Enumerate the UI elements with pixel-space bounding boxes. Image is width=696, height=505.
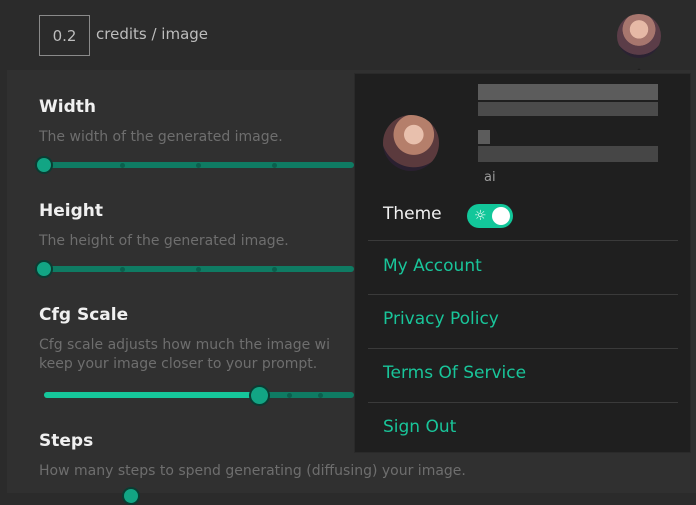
redacted-name-block [478, 102, 658, 116]
width-slider[interactable] [44, 162, 354, 168]
cfg-scale-slider-thumb[interactable] [249, 385, 270, 406]
privacy-policy-link[interactable]: Privacy Policy [383, 309, 499, 329]
height-setting: Height The height of the generated image… [39, 201, 289, 249]
credit-label: credits / image [96, 25, 209, 43]
top-bar: 0.2 credits / image [0, 0, 696, 80]
cfg-scale-description-line2: keep your image closer to your prompt. [39, 356, 318, 372]
cfg-scale-slider-fill [44, 392, 259, 398]
divider [368, 294, 678, 295]
steps-description: How many steps to spend generating (diff… [39, 463, 466, 479]
slider-tick [272, 266, 277, 272]
height-description: The height of the generated image. [39, 233, 289, 249]
height-slider-thumb[interactable] [35, 260, 53, 278]
divider [368, 240, 678, 241]
my-account-link[interactable]: My Account [383, 256, 482, 276]
height-label: Height [39, 201, 103, 221]
toggle-knob [492, 207, 510, 225]
slider-tick [196, 266, 201, 272]
slider-tick [120, 266, 125, 272]
cfg-scale-setting: Cfg Scale Cfg scale adjusts how much the… [39, 305, 330, 372]
width-setting: Width The width of the generated image. [39, 97, 283, 145]
width-slider-thumb[interactable] [35, 156, 53, 174]
user-avatar-button[interactable] [617, 14, 661, 58]
cfg-scale-description-line1: Cfg scale adjusts how much the image wi [39, 337, 331, 353]
slider-tick [318, 392, 323, 398]
divider [368, 402, 678, 403]
slider-tick [287, 392, 292, 398]
theme-row: Theme ☼ [383, 204, 663, 232]
redacted-email-block [478, 130, 490, 144]
width-label: Width [39, 97, 96, 117]
credit-value: 0.2 [52, 26, 77, 45]
width-description: The width of the generated image. [39, 129, 283, 145]
sun-icon: ☼ [474, 208, 487, 224]
username: ai [484, 170, 496, 185]
slider-tick [196, 162, 201, 168]
theme-toggle[interactable]: ☼ [467, 204, 513, 228]
cfg-scale-label: Cfg Scale [39, 305, 129, 325]
theme-label: Theme [383, 204, 442, 224]
redacted-name-block [478, 84, 658, 100]
redacted-email-block [478, 146, 658, 162]
credit-cost-box: 0.2 [39, 15, 90, 56]
steps-slider-thumb[interactable] [122, 487, 140, 505]
height-slider[interactable] [44, 266, 354, 272]
account-dropdown-menu: ai Theme ☼ My Account Privacy Policy Ter… [354, 73, 691, 453]
terms-of-service-link[interactable]: Terms Of Service [383, 363, 526, 383]
sign-out-link[interactable]: Sign Out [383, 417, 456, 437]
slider-tick [272, 162, 277, 168]
menu-avatar [383, 115, 439, 171]
slider-tick [120, 162, 125, 168]
divider [368, 348, 678, 349]
